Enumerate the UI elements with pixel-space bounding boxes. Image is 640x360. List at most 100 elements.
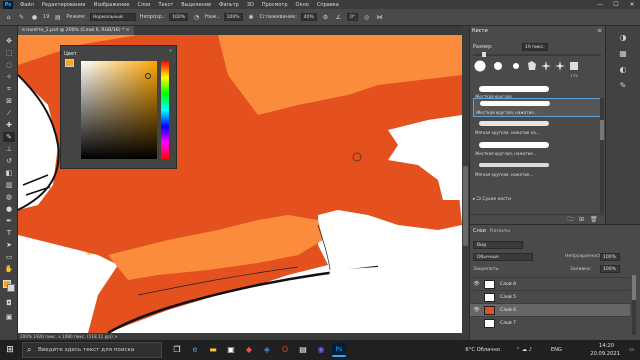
- minimize-button[interactable]: —: [592, 0, 608, 9]
- color-panel-swatch[interactable]: [65, 59, 74, 67]
- gradient-tool-icon[interactable]: ▥: [3, 180, 15, 190]
- app-icon-white[interactable]: ▤: [296, 343, 310, 357]
- fill-field[interactable]: 100%: [600, 265, 620, 273]
- tab-layers[interactable]: Слои: [473, 228, 486, 234]
- eraser-tool-icon[interactable]: ◧: [3, 168, 15, 178]
- blur-tool-icon[interactable]: ◍: [3, 192, 15, 202]
- photoshop-taskbar-icon[interactable]: Ps: [332, 343, 346, 357]
- menu-view[interactable]: Просмотр: [258, 2, 292, 8]
- visibility-eye-icon[interactable]: [473, 294, 480, 301]
- hand-tool-icon[interactable]: ✋: [3, 264, 15, 274]
- layer-row-selected[interactable]: 👁 Слой 6: [470, 303, 630, 316]
- quick-select-tool-icon[interactable]: ✧: [3, 72, 15, 82]
- brush-settings-icon[interactable]: ▤: [53, 13, 62, 22]
- maximize-button[interactable]: ☐: [608, 0, 624, 9]
- document-tab-close-icon[interactable]: ×: [126, 28, 130, 33]
- airbrush-icon[interactable]: ✱: [247, 13, 256, 22]
- menu-layers[interactable]: Слои: [133, 2, 154, 8]
- color-panel-collapse-icon[interactable]: «: [169, 48, 172, 54]
- taskbar-search-box[interactable]: ⌕ Введите здесь текст для поиска: [22, 342, 162, 358]
- language-indicator[interactable]: ENG: [551, 347, 562, 353]
- edge-browser-icon[interactable]: e: [188, 343, 202, 357]
- brush-item-selected[interactable]: Жесткая круглая, нажатие...: [473, 98, 601, 117]
- hue-slider[interactable]: [161, 61, 169, 159]
- quick-mask-icon[interactable]: ◘: [3, 298, 15, 308]
- menu-edit[interactable]: Редактирование: [38, 2, 90, 8]
- pressure-size-icon[interactable]: ◎: [362, 13, 371, 22]
- tray-icons[interactable]: ⌃ ☁ ♪: [516, 347, 532, 353]
- new-group-icon[interactable]: 🗀: [567, 216, 574, 223]
- visibility-eye-icon[interactable]: 👁: [473, 281, 480, 288]
- brush-item[interactable]: Жесткая круглая, нажатие...: [473, 140, 601, 159]
- brush-preset-icon[interactable]: ●: [30, 13, 39, 22]
- brush-settings-panel-icon[interactable]: ✎: [614, 80, 632, 92]
- color-picker-cursor[interactable]: [145, 73, 151, 79]
- brush-tool-icon[interactable]: ✎: [3, 132, 15, 142]
- store-icon[interactable]: ▣: [224, 343, 238, 357]
- visibility-eye-icon[interactable]: [473, 320, 480, 327]
- new-brush-icon[interactable]: ⊞: [578, 216, 585, 223]
- app-icon-red[interactable]: ◆: [242, 343, 256, 357]
- app-icon-opera[interactable]: O: [278, 343, 292, 357]
- app-icon-blue[interactable]: ◈: [260, 343, 274, 357]
- tab-channels[interactable]: Каналы: [490, 228, 510, 234]
- color-panel-icon[interactable]: ◑: [614, 32, 632, 44]
- windows-start-icon[interactable]: ⊞: [4, 344, 16, 356]
- brush-group-folder[interactable]: ▸ 🗀 Сухие кисти: [473, 195, 511, 203]
- discord-icon[interactable]: ◉: [314, 343, 328, 357]
- scrollbar-thumb[interactable]: [463, 166, 468, 246]
- layer-row[interactable]: Слой 5: [470, 290, 630, 303]
- file-explorer-icon[interactable]: ▬: [206, 343, 220, 357]
- menu-help[interactable]: Справка: [313, 2, 343, 8]
- brush-item[interactable]: Мягкая круглая, нажатие...: [473, 161, 601, 180]
- menu-3d[interactable]: 3D: [243, 2, 258, 8]
- pressure-opacity-icon[interactable]: ◔: [192, 13, 201, 22]
- healing-tool-icon[interactable]: ✚: [3, 120, 15, 130]
- layer-row[interactable]: Слой 7: [470, 316, 630, 329]
- brushes-scrollbar-thumb[interactable]: [600, 120, 604, 140]
- brush-tool-icon[interactable]: ✎: [17, 13, 26, 22]
- crop-tool-icon[interactable]: ⌗: [3, 84, 15, 94]
- brush-preset-4[interactable]: [526, 59, 538, 73]
- panel-menu-icon[interactable]: ≡: [597, 27, 602, 34]
- brush-preset-6[interactable]: [554, 59, 566, 73]
- menu-filter[interactable]: Фильтр: [215, 2, 243, 8]
- menu-type[interactable]: Текст: [154, 2, 177, 8]
- brush-size-field[interactable]: 19 пикс.: [522, 43, 548, 51]
- brush-preset-3[interactable]: [510, 59, 522, 73]
- vertical-scrollbar[interactable]: [462, 26, 469, 340]
- angle-field[interactable]: 0°: [346, 13, 359, 21]
- smoothing-settings-icon[interactable]: ⚙: [321, 13, 330, 22]
- path-select-tool-icon[interactable]: ➤: [3, 240, 15, 250]
- symmetry-icon[interactable]: ⋈: [375, 13, 384, 22]
- background-color-swatch[interactable]: [7, 284, 15, 292]
- menu-file[interactable]: Файл: [16, 2, 38, 8]
- brushes-tab[interactable]: Кисти: [472, 28, 488, 34]
- delete-icon[interactable]: 🗑: [590, 216, 598, 223]
- layers-scrollbar[interactable]: [632, 275, 636, 335]
- home-icon[interactable]: ⌂: [4, 13, 13, 22]
- blend-mode-select[interactable]: Обычные: [473, 253, 533, 261]
- mode-select[interactable]: Нормальный: [89, 13, 136, 21]
- frame-tool-icon[interactable]: ⊠: [3, 96, 15, 106]
- brush-size-slider[interactable]: [473, 54, 601, 56]
- opacity-field[interactable]: 100%: [169, 13, 189, 21]
- menu-window[interactable]: Окно: [292, 2, 313, 8]
- type-tool-icon[interactable]: T: [3, 228, 15, 238]
- layer-opacity-field[interactable]: 100%: [600, 253, 620, 261]
- clock-date[interactable]: 20.09.2021: [590, 351, 620, 357]
- brush-preset-7[interactable]: [568, 59, 580, 73]
- brush-preset-5[interactable]: [540, 59, 552, 73]
- clock-time[interactable]: 14:20: [599, 343, 614, 349]
- close-button[interactable]: ✕: [624, 0, 640, 9]
- visibility-eye-icon[interactable]: 👁: [473, 307, 480, 314]
- brushes-scrollbar[interactable]: [600, 98, 604, 213]
- flow-field[interactable]: 100%: [223, 13, 243, 21]
- document-tab[interactable]: я попёте_1.psd @ 200% (Слой 6, RGB/16) *…: [18, 26, 134, 35]
- brush-item[interactable]: Мягкая круглая, нажатие на...: [473, 119, 601, 138]
- history-brush-icon[interactable]: ↺: [3, 156, 15, 166]
- task-view-icon[interactable]: ❐: [170, 343, 184, 357]
- screen-mode-icon[interactable]: ▣: [3, 312, 15, 322]
- brush-preset-2[interactable]: [492, 59, 504, 73]
- layer-row[interactable]: 👁 Слой 8: [470, 277, 630, 290]
